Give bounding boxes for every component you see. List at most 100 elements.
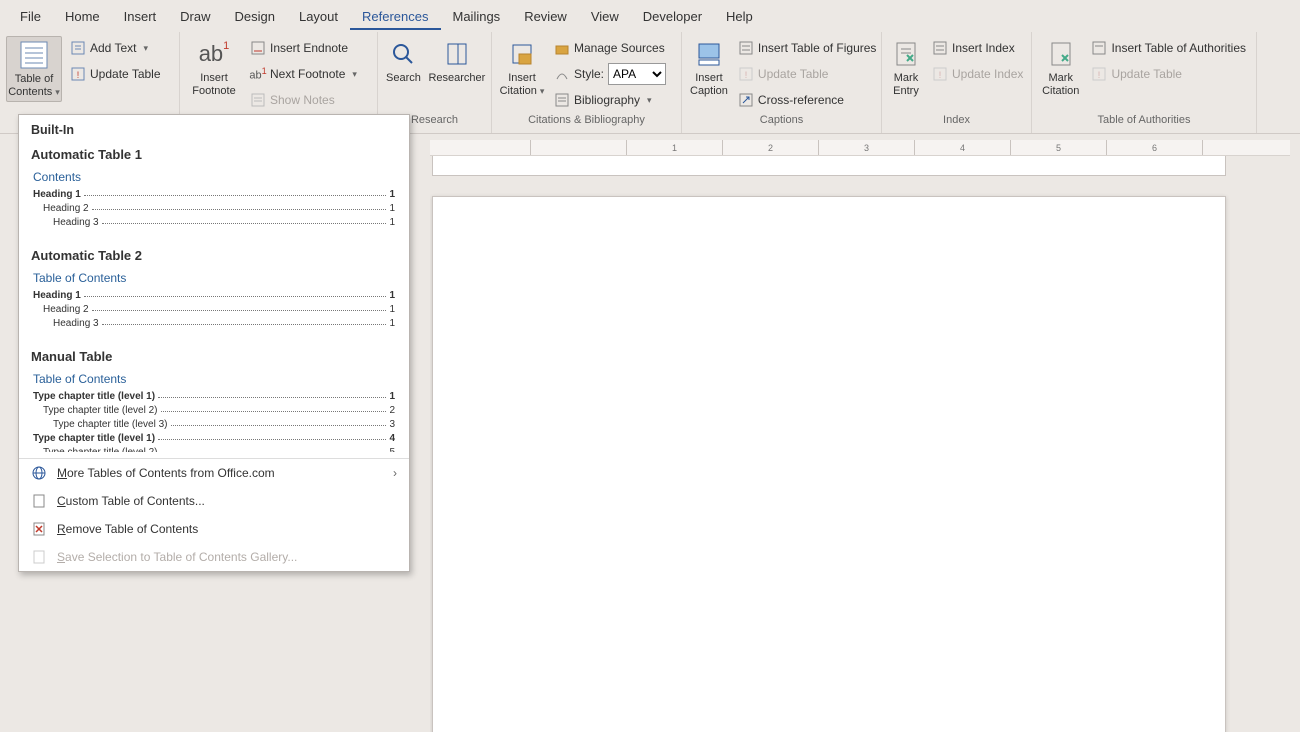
tab-insert[interactable]: Insert	[112, 3, 169, 30]
label: Entry	[893, 85, 919, 97]
custom-toc-button[interactable]: Custom Table of Contents...	[19, 487, 409, 515]
tab-home[interactable]: Home	[53, 3, 112, 30]
gallery-item-manual[interactable]: Manual Table Table of Contents Type chap…	[19, 343, 409, 456]
page-top-border	[432, 156, 1226, 176]
tab-developer[interactable]: Developer	[631, 3, 714, 30]
label: Researcher	[428, 72, 485, 85]
ruler-number: 5	[1056, 143, 1061, 153]
tab-mailings[interactable]: Mailings	[441, 3, 513, 30]
ruler-number: 2	[768, 143, 773, 153]
next-footnote-button[interactable]: ab1 Next Footnote ▾	[246, 62, 361, 86]
toa-icon	[1091, 40, 1107, 56]
chevron-down-icon: ▾	[647, 95, 652, 106]
mark-entry-button[interactable]: MarkEntry	[888, 36, 924, 100]
chevron-down-icon: ▾	[540, 86, 545, 96]
insert-index-button[interactable]: Insert Index	[928, 36, 1027, 60]
update-table-button[interactable]: ! Update Table	[66, 62, 165, 86]
cross-reference-button[interactable]: Cross-reference	[734, 88, 881, 112]
insert-caption-button[interactable]: InsertCaption	[688, 36, 730, 100]
update-icon: !	[1091, 66, 1107, 82]
toc-preview-title: Table of Contents	[33, 372, 395, 386]
search-icon	[387, 38, 419, 70]
show-notes-icon	[250, 92, 266, 108]
manage-sources-button[interactable]: Manage Sources	[550, 36, 670, 60]
gallery-item-title: Manual Table	[31, 349, 397, 364]
group-citations: InsertCitation▾ Manage Sources Style: AP…	[492, 32, 682, 133]
insert-citation-button[interactable]: InsertCitation▾	[498, 36, 546, 100]
toc-preview-row: Heading 31	[33, 216, 395, 230]
update-toa-button[interactable]: ! Update Table	[1087, 62, 1250, 86]
globe-icon	[31, 465, 47, 481]
more-toc-office-button[interactable]: More Tables of Contents from Office.com …	[19, 459, 409, 487]
gallery-item-auto2[interactable]: Automatic Table 2 Table of Contents Head…	[19, 242, 409, 343]
remove-toc-button[interactable]: Remove Table of Contents	[19, 515, 409, 543]
svg-text:!: !	[745, 70, 748, 80]
label: Update Table	[90, 67, 161, 81]
label: Caption	[690, 85, 728, 97]
label: Insert	[508, 72, 536, 84]
group-toa: MarkCitation Insert Table of Authorities…	[1032, 32, 1257, 133]
next-footnote-icon: ab1	[250, 66, 266, 82]
chevron-down-icon: ▾	[352, 69, 357, 80]
add-text-button[interactable]: Add Text ▾	[66, 36, 165, 60]
ruler-number: 1	[672, 143, 677, 153]
update-icon: !	[932, 66, 948, 82]
update-index-button[interactable]: ! Update Index	[928, 62, 1027, 86]
ruler-number: 6	[1152, 143, 1157, 153]
label: Citation	[1042, 85, 1079, 97]
tab-review[interactable]: Review	[512, 3, 579, 30]
index-icon	[932, 40, 948, 56]
label: Cross-reference	[758, 93, 844, 107]
crossref-icon	[738, 92, 754, 108]
tab-file[interactable]: File	[8, 3, 53, 30]
show-notes-button[interactable]: Show Notes	[246, 88, 361, 112]
page-icon	[31, 493, 47, 509]
page-area	[430, 156, 1290, 732]
ruler-number: 4	[960, 143, 965, 153]
tab-layout[interactable]: Layout	[287, 3, 350, 30]
insert-table-figures-button[interactable]: Insert Table of Figures	[734, 36, 881, 60]
tab-design[interactable]: Design	[223, 3, 287, 30]
footnote-icon: ab1	[198, 38, 230, 70]
insert-footnote-button[interactable]: ab1 InsertFootnote	[186, 36, 242, 100]
insert-toa-button[interactable]: Insert Table of Authorities	[1087, 36, 1250, 60]
label: More Tables of Contents from Office.com	[57, 466, 275, 480]
label: Next Footnote	[270, 67, 345, 81]
label: Update Table	[1111, 67, 1182, 81]
researcher-button[interactable]: Researcher	[427, 36, 487, 87]
toc-preview-row: Type chapter title (level 2)5	[33, 446, 395, 452]
bibliography-button[interactable]: Bibliography ▾	[550, 88, 670, 112]
ruler[interactable]: 1 2 3 4 5 6	[430, 140, 1290, 156]
style-select[interactable]: Style: APA	[550, 62, 670, 86]
tab-draw[interactable]: Draw	[168, 3, 222, 30]
update-table-captions-button[interactable]: ! Update Table	[734, 62, 881, 86]
gallery-item-auto1[interactable]: Automatic Table 1 Contents Heading 11Hea…	[19, 141, 409, 242]
mark-citation-button[interactable]: MarkCitation	[1038, 36, 1083, 100]
document-page[interactable]	[432, 196, 1226, 732]
ruler-number: 3	[864, 143, 869, 153]
label: Show Notes	[270, 93, 335, 107]
citation-icon	[506, 38, 538, 70]
group-label: Captions	[688, 112, 875, 130]
insert-endnote-button[interactable]: Insert Endnote	[246, 36, 361, 60]
mark-entry-icon	[890, 38, 922, 70]
remove-icon	[31, 521, 47, 537]
label: Update Table	[758, 67, 829, 81]
label: Insert	[695, 72, 723, 84]
toc-preview-row: Heading 31	[33, 317, 395, 331]
search-button[interactable]: Search	[384, 36, 423, 87]
tab-help[interactable]: Help	[714, 3, 765, 30]
menubar: FileHomeInsertDrawDesignLayoutReferences…	[0, 0, 1300, 32]
label: Manage Sources	[574, 41, 665, 55]
style-dropdown[interactable]: APA	[608, 63, 666, 85]
tab-view[interactable]: View	[579, 3, 631, 30]
label: Remove Table of Contents	[57, 522, 198, 536]
label: Footnote	[192, 85, 235, 97]
tab-references[interactable]: References	[350, 3, 440, 30]
tof-icon	[738, 40, 754, 56]
toc-preview-title: Table of Contents	[33, 271, 395, 285]
table-of-contents-button[interactable]: Table ofContents▾	[6, 36, 62, 102]
endnote-icon	[250, 40, 266, 56]
update-icon: !	[738, 66, 754, 82]
bibliography-icon	[554, 92, 570, 108]
